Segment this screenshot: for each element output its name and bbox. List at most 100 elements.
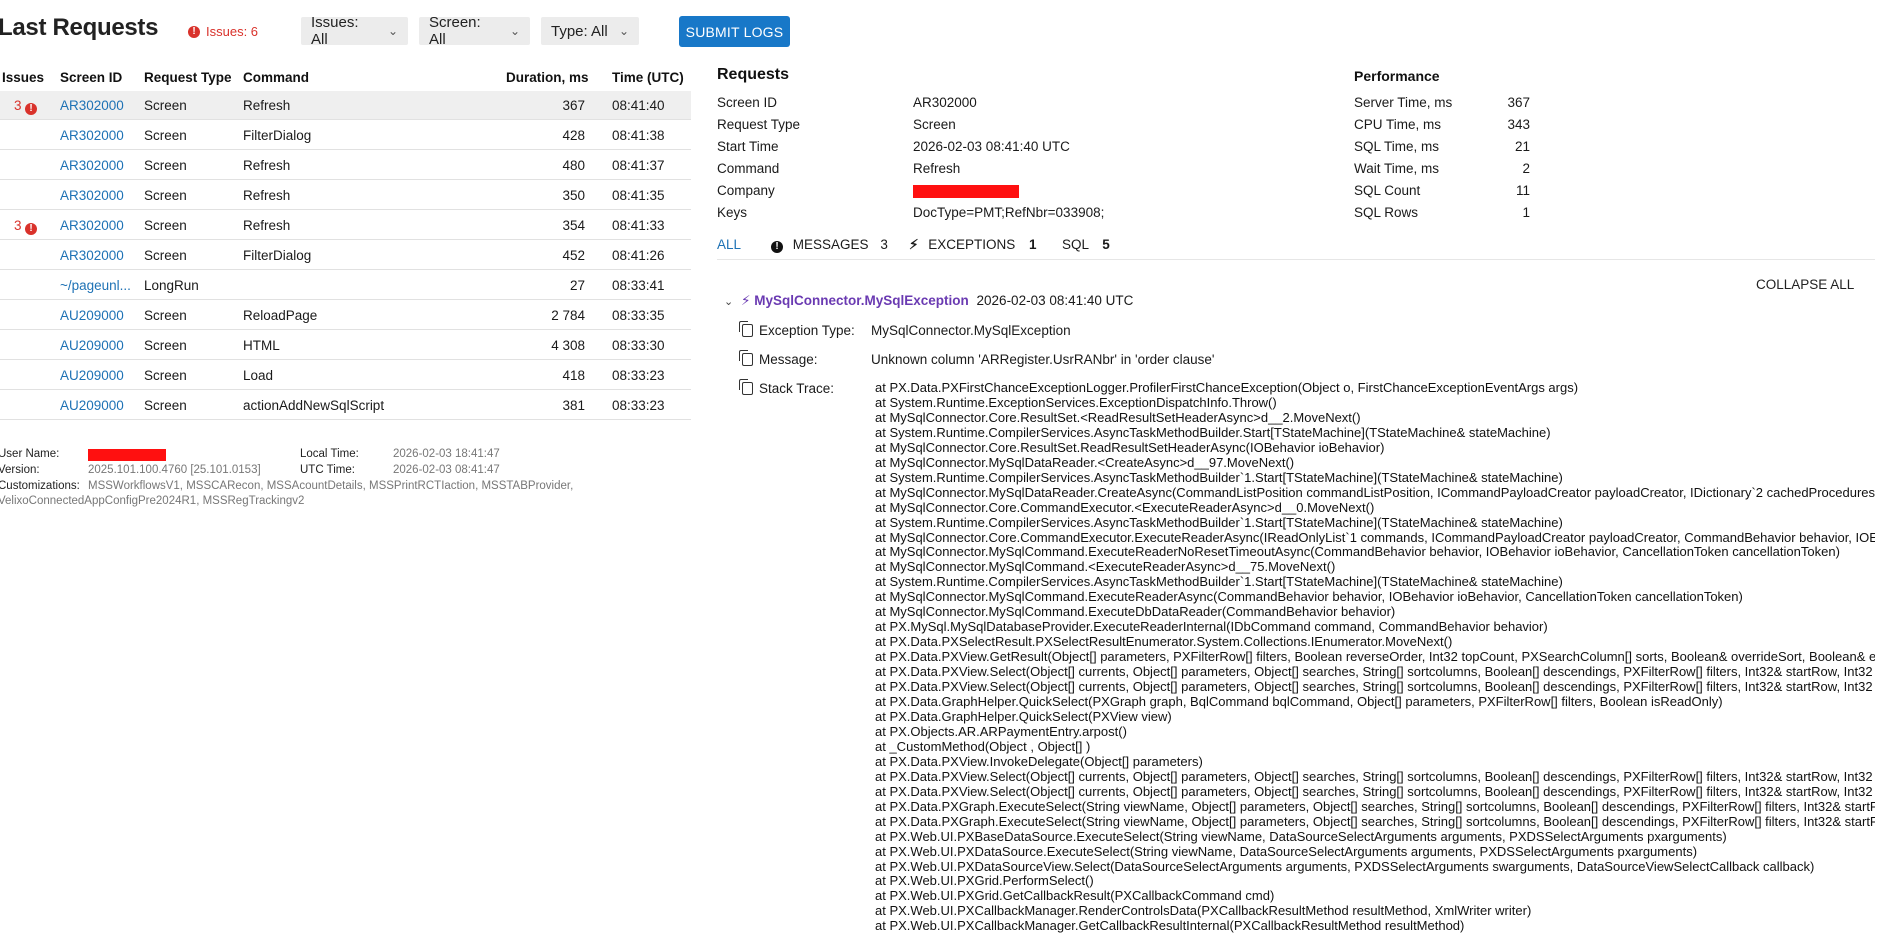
stack-trace-line: at MySqlConnector.MySqlCommand.ExecuteRe… bbox=[875, 590, 1743, 605]
row-screen-id-link[interactable]: AU209000 bbox=[60, 308, 124, 323]
row-screen-id-link[interactable]: AR302000 bbox=[60, 248, 124, 263]
error-icon: ! bbox=[25, 99, 37, 115]
copy-icon[interactable] bbox=[739, 321, 753, 337]
row-request-type: Screen bbox=[144, 248, 187, 263]
row-screen-id-link[interactable]: AR302000 bbox=[60, 218, 124, 233]
lightning-icon: ⚡︎ bbox=[909, 237, 919, 252]
stack-trace-line: at PX.Web.UI.PXGrid.GetCallbackResult(PX… bbox=[875, 889, 1275, 904]
row-duration: 418 bbox=[562, 368, 585, 383]
tab-messages[interactable]: ! MESSAGES 3 bbox=[771, 237, 888, 253]
row-duration: 4 308 bbox=[551, 338, 585, 353]
table-row[interactable]: AR302000 Screen FilterDialog 428 08:41:38 bbox=[0, 121, 691, 150]
issues-count-badge[interactable]: ! Issues: 6 bbox=[188, 24, 258, 39]
detail-label: Command bbox=[717, 161, 780, 176]
submit-logs-button[interactable]: SUBMIT LOGS bbox=[679, 16, 790, 47]
local-time-value: 2026-02-03 18:41:47 bbox=[393, 448, 500, 460]
performance-title: Performance bbox=[1354, 68, 1440, 84]
stack-trace-line: at System.Runtime.CompilerServices.Async… bbox=[875, 575, 1563, 590]
redacted-user-name bbox=[88, 449, 166, 461]
table-row[interactable]: 3! AR302000 Screen Refresh 367 08:41:40 bbox=[0, 91, 691, 120]
row-screen-id-link[interactable]: AR302000 bbox=[60, 158, 124, 173]
error-icon: ! bbox=[25, 219, 37, 235]
table-row[interactable]: AR302000 Screen Refresh 480 08:41:37 bbox=[0, 151, 691, 180]
detail-screen-id-link[interactable]: AR302000 bbox=[913, 95, 977, 110]
detail-value: Screen bbox=[913, 117, 956, 132]
table-row[interactable]: AR302000 Screen FilterDialog 452 08:41:26 bbox=[0, 241, 691, 270]
stack-trace-line: at PX.Web.UI.PXDataSourceView.Select(Dat… bbox=[875, 859, 1815, 874]
table-row[interactable]: 3! AR302000 Screen Refresh 354 08:41:33 bbox=[0, 211, 691, 240]
row-screen-id-link[interactable]: ~/pageunl... bbox=[60, 278, 131, 293]
row-duration: 428 bbox=[562, 128, 585, 143]
info-icon: ! bbox=[771, 241, 783, 253]
chevron-down-icon: ⌄ bbox=[509, 24, 520, 38]
table-row[interactable]: AU209000 Screen HTML 4 308 08:33:30 bbox=[0, 331, 691, 360]
table-row[interactable]: AU209000 Screen ReloadPage 2 784 08:33:35 bbox=[0, 301, 691, 330]
column-header-command[interactable]: Command bbox=[243, 70, 309, 85]
stack-trace-line: at PX.Data.GraphHelper.QuickSelect(PXGra… bbox=[875, 695, 1723, 710]
stack-trace-line: at PX.Data.PXFirstChanceExceptionLogger.… bbox=[875, 381, 1579, 395]
table-row[interactable]: AR302000 Screen Refresh 350 08:41:35 bbox=[0, 181, 691, 210]
table-row[interactable]: AU209000 Screen Load 418 08:33:23 bbox=[0, 361, 691, 390]
row-screen-id-link[interactable]: AR302000 bbox=[60, 98, 124, 113]
tab-exceptions[interactable]: ⚡︎ EXCEPTIONS 1 bbox=[909, 237, 1037, 253]
column-header-time[interactable]: Time (UTC) bbox=[612, 70, 684, 85]
column-header-request-type[interactable]: Request Type bbox=[144, 70, 232, 85]
issues-filter-dropdown[interactable]: Issues: All ⌄ bbox=[301, 14, 408, 48]
row-time: 08:41:40 bbox=[612, 98, 665, 113]
tab-all[interactable]: ALL bbox=[717, 237, 741, 252]
performance-label: SQL Time, ms bbox=[1354, 139, 1440, 154]
row-request-type: Screen bbox=[144, 398, 187, 413]
row-time: 08:33:41 bbox=[612, 278, 665, 293]
stack-trace-line: at PX.Objects.AR.ARPaymentEntry.arpost() bbox=[875, 724, 1127, 739]
row-command: Refresh bbox=[243, 158, 291, 173]
type-filter-dropdown[interactable]: Type: All ⌄ bbox=[541, 17, 639, 45]
stack-trace-line: at PX.Data.PXView.Select(Object[] curren… bbox=[875, 769, 1873, 784]
row-command: FilterDialog bbox=[243, 128, 312, 143]
stack-trace-line: at MySqlConnector.MySqlDataReader.Create… bbox=[875, 485, 1875, 500]
table-row[interactable]: ~/pageunl... LongRun 27 08:33:41 bbox=[0, 271, 691, 300]
column-header-issues[interactable]: Issues bbox=[2, 70, 44, 85]
row-screen-id-link[interactable]: AR302000 bbox=[60, 188, 124, 203]
performance-label: CPU Time, ms bbox=[1354, 117, 1442, 132]
exception-type-field: Exception Type: bbox=[739, 321, 855, 338]
row-request-type: Screen bbox=[144, 158, 187, 173]
performance-label: SQL Rows bbox=[1354, 205, 1419, 220]
redacted-company bbox=[913, 185, 1019, 198]
collapse-all-button[interactable]: COLLAPSE ALL bbox=[1756, 277, 1854, 292]
tab-exceptions-count: 1 bbox=[1029, 237, 1037, 252]
version-value: 2025.101.100.4760 [25.101.0153] bbox=[88, 464, 261, 476]
row-duration: 480 bbox=[562, 158, 585, 173]
exception-message-label: Message: bbox=[759, 352, 818, 367]
chevron-down-icon[interactable]: ⌄ bbox=[724, 296, 733, 308]
stack-trace-line: at PX.Data.PXView.Select(Object[] curren… bbox=[875, 784, 1873, 799]
stack-trace-line: at PX.Data.GraphHelper.QuickSelect(PXVie… bbox=[875, 709, 1172, 724]
stack-trace-text: at PX.Data.PXFirstChanceExceptionLogger.… bbox=[875, 381, 1875, 934]
tab-sql[interactable]: SQL 5 bbox=[1062, 237, 1110, 252]
chevron-down-icon: ⌄ bbox=[387, 24, 398, 38]
column-header-screen-id[interactable]: Screen ID bbox=[60, 70, 122, 85]
stack-trace-line: at MySqlConnector.Core.CommandExecutor.E… bbox=[875, 530, 1875, 545]
copy-icon[interactable] bbox=[739, 350, 753, 366]
table-header: Issues Screen ID Request Type Command Du… bbox=[0, 64, 691, 92]
stack-trace-line: at PX.Web.UI.PXCallbackManager.RenderCon… bbox=[875, 904, 1532, 919]
chevron-down-icon: ⌄ bbox=[618, 24, 629, 38]
copy-icon[interactable] bbox=[739, 379, 753, 395]
detail-label: Company bbox=[717, 183, 775, 198]
column-header-duration[interactable]: Duration, ms bbox=[506, 70, 589, 85]
stack-trace-line: at PX.Web.UI.PXGrid.PerformSelect() bbox=[875, 874, 1094, 889]
exception-entry-header[interactable]: ⌄ ⚡︎ MySqlConnector.MySqlException 2026-… bbox=[724, 293, 1133, 309]
screen-filter-dropdown[interactable]: Screen: All ⌄ bbox=[419, 14, 530, 48]
row-screen-id-link[interactable]: AU209000 bbox=[60, 398, 124, 413]
row-issues-count: 3 bbox=[14, 218, 22, 233]
log-tabs: ALL ! MESSAGES 3 ⚡︎ EXCEPTIONS 1 SQL 5 bbox=[717, 237, 1875, 260]
row-screen-id-link[interactable]: AU209000 bbox=[60, 338, 124, 353]
row-request-type: Screen bbox=[144, 338, 187, 353]
row-screen-id-link[interactable]: AR302000 bbox=[60, 128, 124, 143]
row-screen-id-link[interactable]: AU209000 bbox=[60, 368, 124, 383]
stack-trace-line: at PX.MySql.MySqlDatabaseProvider.Execut… bbox=[875, 620, 1548, 635]
row-duration: 452 bbox=[562, 248, 585, 263]
local-time-label: Local Time: bbox=[300, 448, 359, 460]
stack-trace-line: at _CustomMethod(Object , Object[] ) bbox=[875, 739, 1091, 754]
table-row[interactable]: AU209000 Screen actionAddNewSqlScript 381 08… bbox=[0, 391, 691, 420]
stack-trace-line: at MySqlConnector.MySqlCommand.<ExecuteR… bbox=[875, 560, 1336, 575]
